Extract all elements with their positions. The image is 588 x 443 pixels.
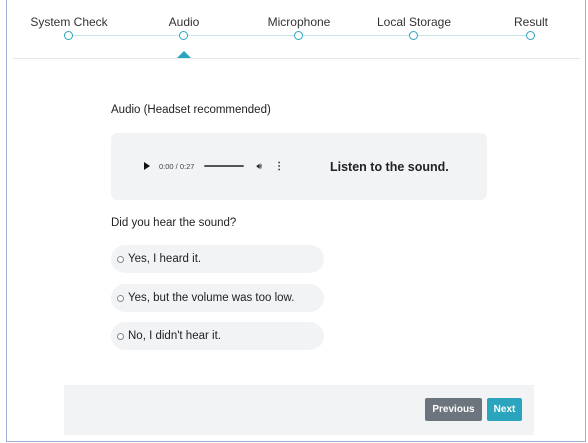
step-label: Audio <box>168 15 200 29</box>
audio-time: 0:00 / 0:27 <box>159 161 195 171</box>
step-dot <box>526 31 535 40</box>
progress-stepper: System Check Audio Microphone Local Stor… <box>0 0 588 58</box>
option-label: Yes, but the volume was too low. <box>128 292 295 304</box>
active-step-indicator <box>177 51 191 58</box>
radio-icon[interactable] <box>117 332 124 340</box>
step-local-storage[interactable]: Local Storage <box>354 14 474 40</box>
option-label: Yes, I heard it. <box>128 253 202 265</box>
volume-icon[interactable]: 🔊︎ <box>256 161 262 172</box>
option-label: No, I didn't hear it. <box>128 330 221 342</box>
audio-progress-bar[interactable] <box>204 165 245 167</box>
play-icon[interactable] <box>144 162 150 170</box>
more-vertical-icon[interactable]: ⋮ <box>274 161 284 172</box>
step-result[interactable]: Result <box>471 14 588 40</box>
step-dot <box>64 31 73 40</box>
previous-button[interactable]: Previous <box>425 398 482 421</box>
step-system-check[interactable]: System Check <box>9 14 129 40</box>
next-button[interactable]: Next <box>487 398 522 421</box>
step-dot <box>179 31 188 40</box>
step-dot <box>409 31 418 40</box>
radio-icon[interactable] <box>117 255 124 263</box>
navigation-footer: Previous Next <box>64 385 534 435</box>
step-microphone[interactable]: Microphone <box>239 14 359 40</box>
app-frame <box>6 0 586 442</box>
answer-option-heard[interactable]: Yes, I heard it. <box>111 245 324 273</box>
audio-section-title: Audio (Headset recommended) <box>111 104 271 116</box>
listen-instruction: Listen to the sound. <box>330 160 449 174</box>
question-text: Did you hear the sound? <box>111 217 237 229</box>
radio-icon[interactable] <box>117 294 124 302</box>
audio-player[interactable]: 0:00 / 0:27 🔊︎ ⋮ <box>129 150 312 182</box>
step-label: System Check <box>30 15 108 29</box>
answer-option-not-heard[interactable]: No, I didn't hear it. <box>111 322 324 350</box>
answer-option-volume-low[interactable]: Yes, but the volume was too low. <box>111 284 324 312</box>
step-dot <box>294 31 303 40</box>
audio-panel: 0:00 / 0:27 🔊︎ ⋮ Listen to the sound. <box>111 133 487 200</box>
step-audio[interactable]: Audio <box>124 14 244 40</box>
step-label: Microphone <box>267 15 331 29</box>
step-label: Local Storage <box>376 15 452 29</box>
header-divider <box>13 58 580 59</box>
step-label: Result <box>513 15 548 29</box>
